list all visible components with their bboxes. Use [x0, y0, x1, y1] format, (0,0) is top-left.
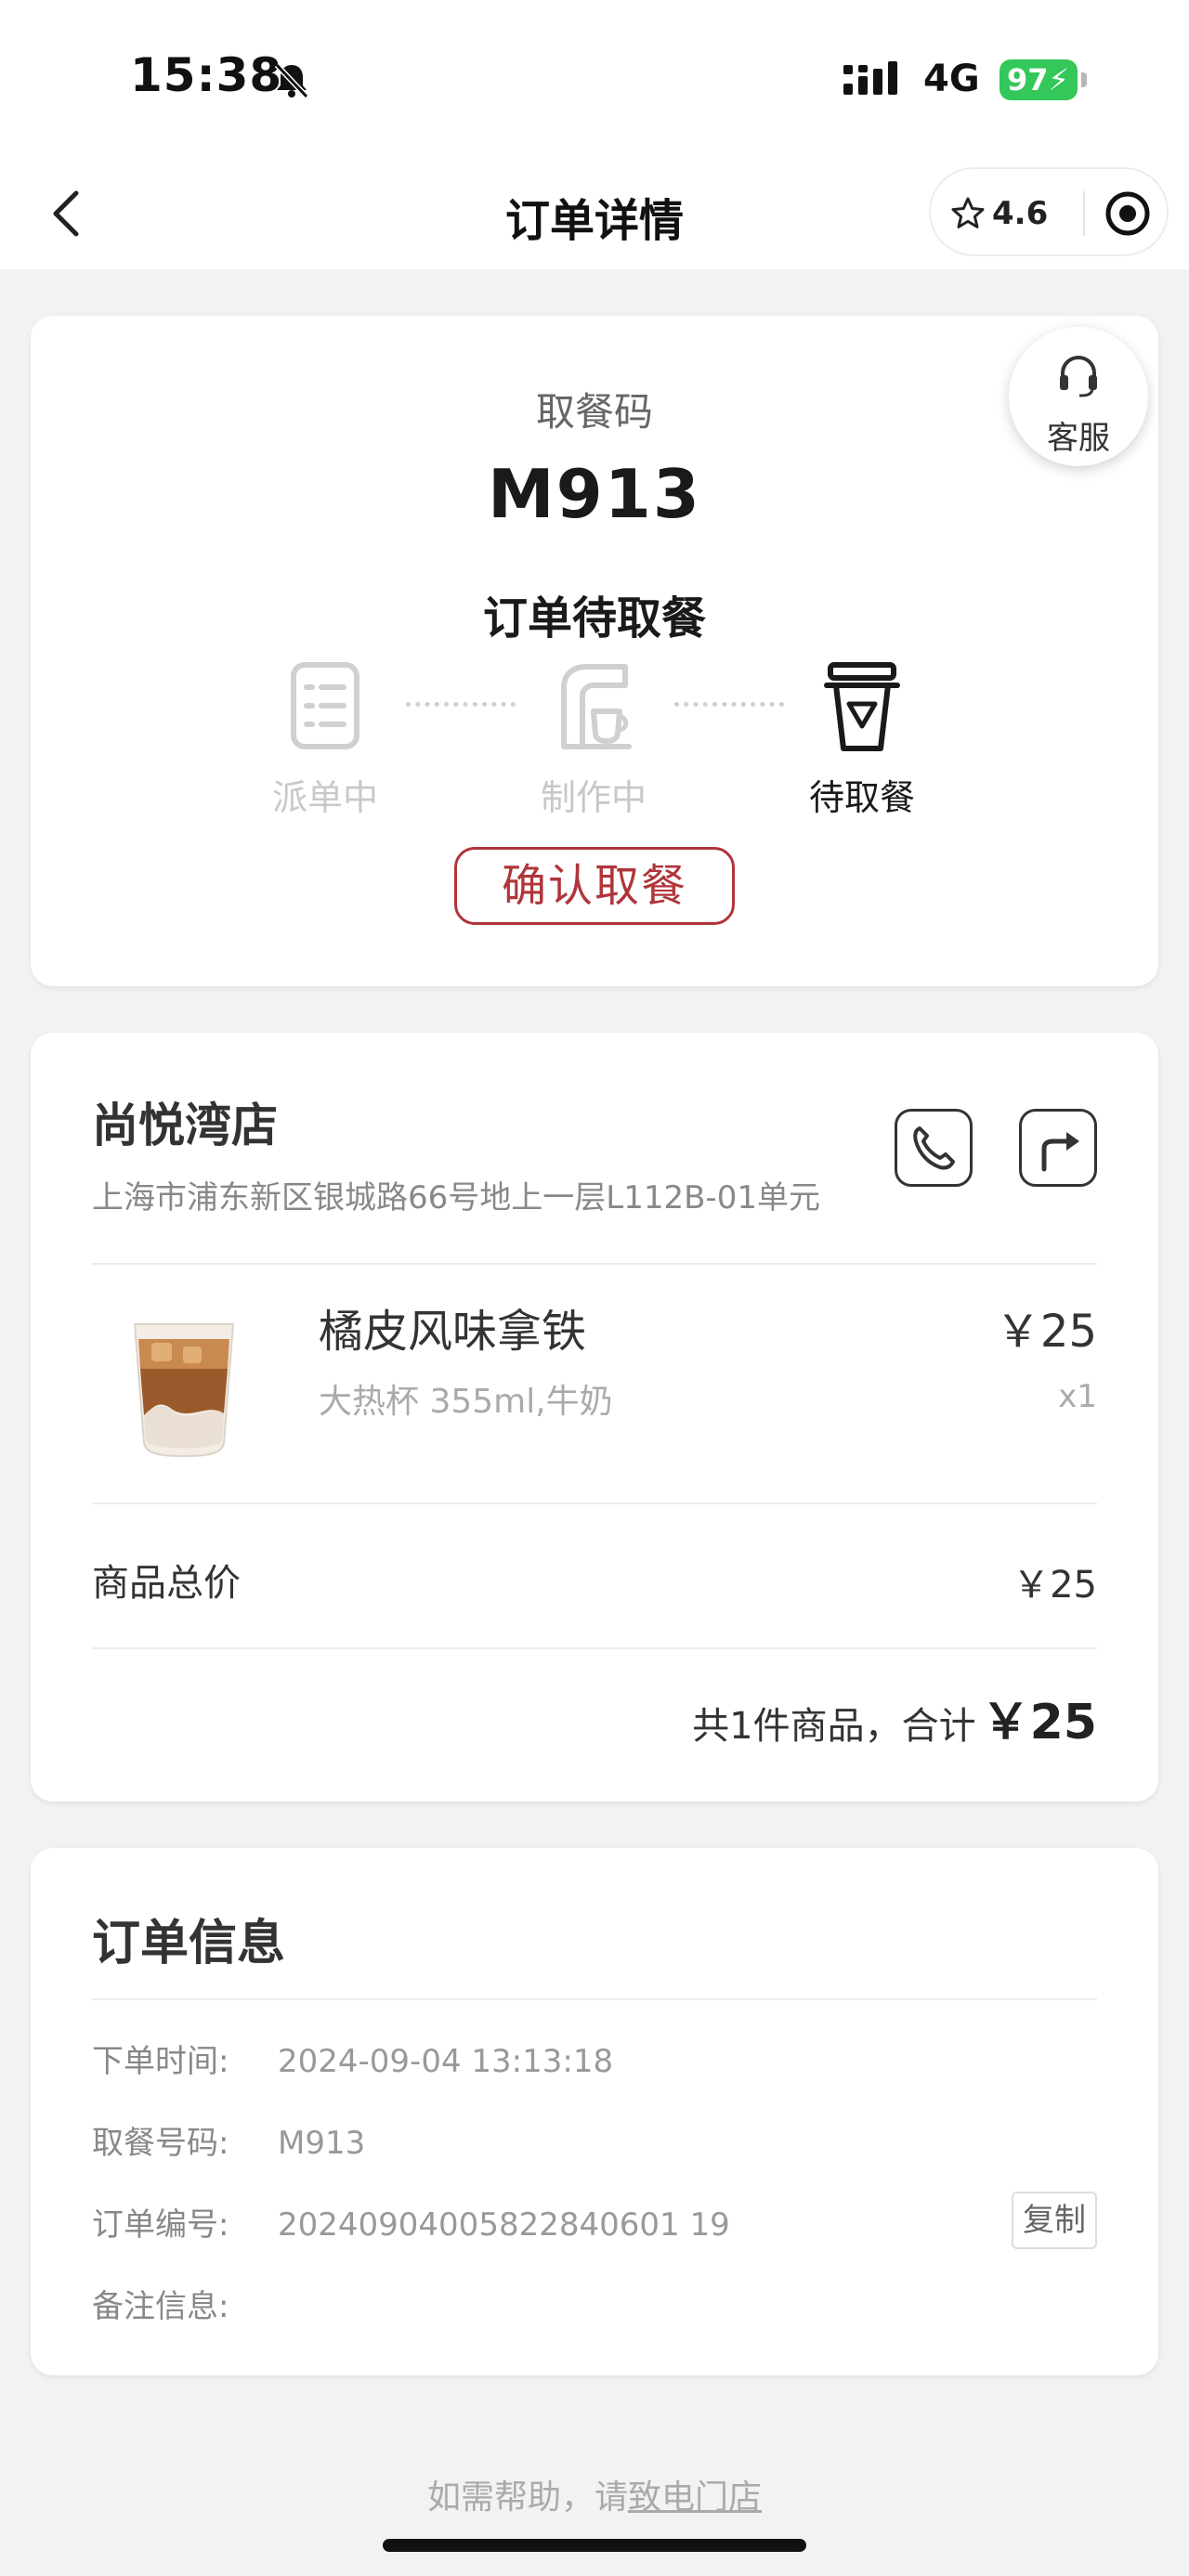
step-label: 制作中 [540, 777, 647, 818]
info-row-remarks: 备注信息: [92, 2281, 278, 2326]
close-miniprogram-icon[interactable] [1104, 189, 1152, 241]
star-icon [951, 197, 985, 228]
total-amount: ￥25 [981, 1695, 1097, 1750]
customer-service-label: 客服 [1047, 420, 1110, 457]
directions-icon [1041, 1132, 1079, 1172]
order-status-text: 订单待取餐 [482, 592, 706, 644]
battery-indicator: 97⚡ [1000, 59, 1078, 100]
capsule-divider [1083, 191, 1085, 236]
order-info-card: 订单信息 下单时间: 2024-09-04 13:13:18 取餐号码: M913 … [31, 1848, 1158, 2375]
cellular-signal-icon [842, 58, 907, 106]
step-label: 待取餐 [808, 777, 915, 818]
store-name: 尚悦湾店 [92, 1099, 278, 1152]
subtotal-value: ￥25 [1013, 1564, 1097, 1607]
product-name: 橘皮风味拿铁 [319, 1306, 587, 1358]
coffee-machine-icon [553, 659, 634, 754]
product-spec: 大热杯 355ml,牛奶 [319, 1383, 613, 1421]
battery-level: 97 [1007, 62, 1049, 98]
divider [92, 1263, 1097, 1265]
divider [92, 1503, 1097, 1504]
order-info-title: 订单信息 [92, 1916, 286, 1971]
info-row-pickup-code: 取餐号码: M913 [92, 2117, 365, 2163]
divider [92, 1647, 1097, 1649]
call-store-link[interactable]: 致电门店 [628, 2478, 762, 2517]
pickup-code-label: 取餐码 [535, 389, 653, 435]
store-address: 上海市浦东新区银城路66号地上一层L112B-01单元 [92, 1179, 820, 1216]
charging-bolt-icon: ⚡ [1048, 62, 1069, 98]
divider [92, 1998, 1097, 2000]
takeaway-cup-icon [821, 659, 903, 754]
footer-help-text: 如需帮助，请 [426, 2478, 628, 2517]
info-label: 订单编号: [92, 2206, 229, 2244]
home-indicator [383, 2539, 806, 2552]
product-price: ￥25 [995, 1306, 1097, 1358]
rating-button[interactable]: 4.6 [949, 191, 1048, 236]
nav-bar: 订单详情 4.6 [0, 158, 1189, 269]
call-store-button[interactable] [895, 1109, 973, 1187]
info-row-order-time: 下单时间: 2024-09-04 13:13:18 [92, 2036, 613, 2081]
order-total: 共1件商品，合计 ￥25 [692, 1683, 1097, 1752]
step-connector [406, 702, 516, 707]
product-image [124, 1311, 244, 1460]
subtotal-label: 商品总价 [92, 1562, 241, 1605]
product-quantity: x1 [1058, 1378, 1097, 1415]
copy-order-number-button[interactable]: 复制 [1012, 2192, 1097, 2249]
confirm-pickup-button[interactable]: 确认取餐 [454, 847, 735, 925]
store-order-card: 尚悦湾店 上海市浦东新区银城路66号地上一层L112B-01单元 橘皮风味拿铁 … [31, 1033, 1158, 1802]
rating-value: 4.6 [992, 195, 1049, 232]
total-prefix: 共1件商品，合计 [692, 1705, 976, 1748]
info-label: 取餐号码: [92, 2125, 229, 2162]
step-connector [674, 702, 784, 707]
mini-program-capsule: 4.6 [929, 167, 1169, 256]
info-value: 20240904005822840601 19 [278, 2206, 730, 2244]
info-label: 备注信息: [92, 2288, 229, 2325]
headset-icon [1055, 353, 1102, 403]
info-value: M913 [278, 2125, 366, 2162]
status-time: 15:38 [130, 48, 283, 102]
status-bar: 15:38 4G 97⚡ [0, 0, 1189, 158]
pickup-code: M913 [488, 455, 701, 533]
order-list-icon [284, 659, 366, 754]
info-label: 下单时间: [92, 2043, 229, 2080]
navigate-store-button[interactable] [1019, 1109, 1097, 1187]
battery-tip [1081, 72, 1087, 87]
step-label: 派单中 [271, 777, 378, 818]
footer-help: 如需帮助，请致电门店 [0, 2470, 1189, 2518]
customer-service-button[interactable]: 客服 [1009, 327, 1148, 466]
info-row-order-number: 订单编号: 20240904005822840601 19 [92, 2199, 730, 2244]
bell-muted-icon [271, 59, 312, 104]
info-value: 2024-09-04 13:13:18 [278, 2043, 614, 2080]
phone-icon [913, 1126, 955, 1170]
order-status-card: 取餐码 M913 订单待取餐 客服 派单中 制作中 待取餐 确认取餐 [31, 316, 1158, 986]
network-type: 4G [923, 58, 980, 100]
